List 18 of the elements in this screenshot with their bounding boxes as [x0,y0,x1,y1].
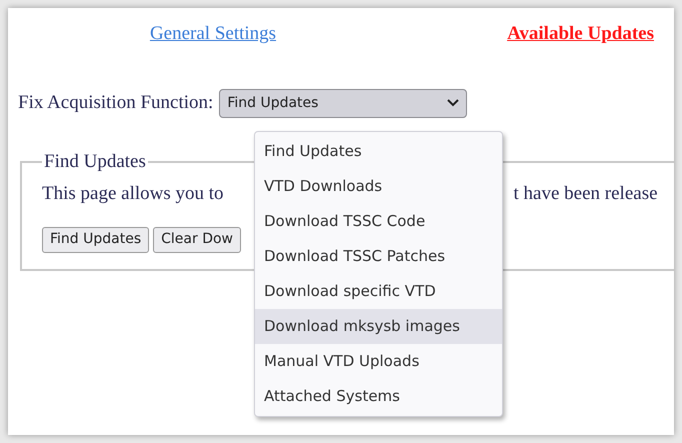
nav-link[interactable]: Available Updates [507,20,654,48]
field-label: Fix Acquisition Function: [18,90,214,115]
action-button[interactable]: Find Updates [42,226,150,252]
action-button[interactable]: Clear Dow [153,226,241,252]
dropdown-option[interactable]: Find Updates [255,134,502,169]
fieldset-legend: Find Updates [42,148,148,176]
dropdown-option[interactable]: Attached Systems [255,379,502,414]
dropdown-option[interactable]: Download TSSC Code [255,204,502,239]
dropdown-option[interactable]: VTD Downloads [255,169,502,204]
dropdown-option[interactable]: Manual VTD Uploads [255,344,502,379]
dropdown-option[interactable]: Download TSSC Patches [255,239,502,274]
nav-link[interactable]: General Settings [150,20,276,48]
dropdown-option[interactable]: Download mksysb images [255,309,502,344]
description-text: t have been release [514,182,658,206]
dropdown-option[interactable]: Download specific VTD [255,274,502,309]
description-text: This page allows you to [42,182,224,206]
function-select[interactable]: Find Updates [219,88,468,118]
chevron-down-icon [447,99,460,107]
